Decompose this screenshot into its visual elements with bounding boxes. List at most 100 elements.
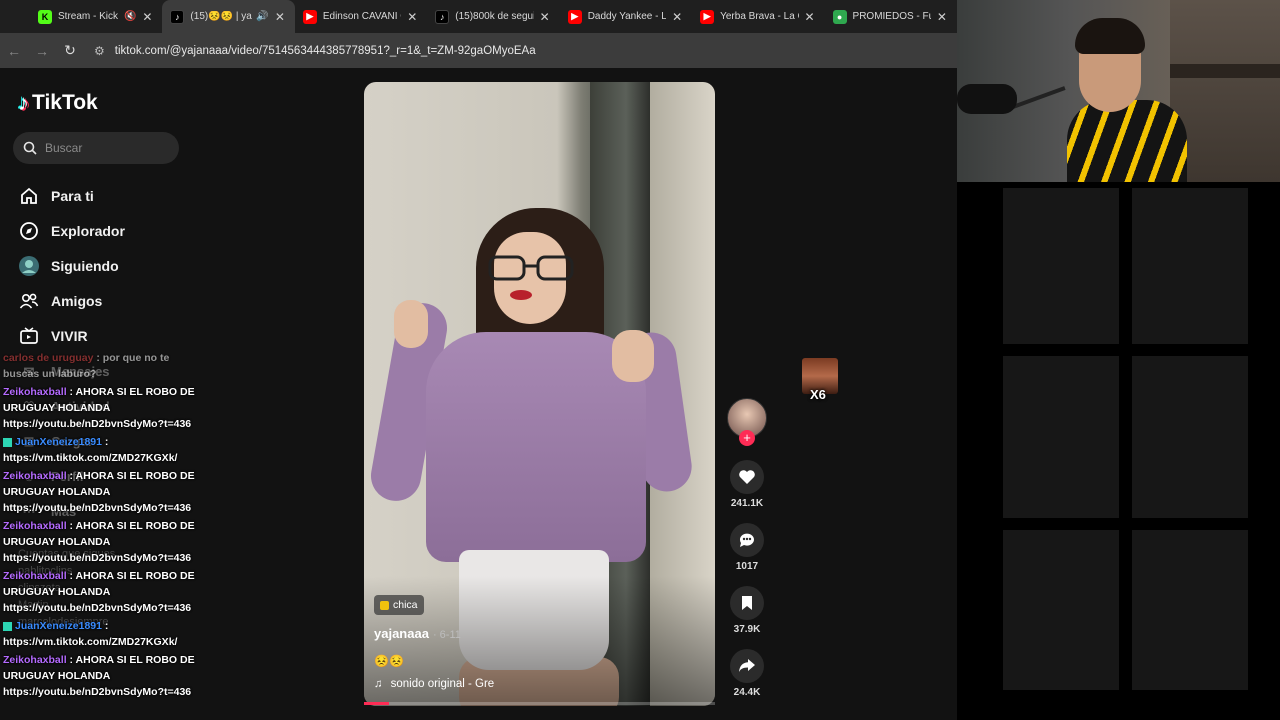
tiktok-logo[interactable]: ♪ TikTok	[18, 90, 98, 116]
tag-label: chica	[393, 599, 418, 611]
close-tab-icon[interactable]: ✕	[405, 10, 419, 24]
chat-username: Zeikohaxball	[3, 654, 67, 666]
chat-message: Zeikohaxball : AHORA SI EL ROBO DE URUGU…	[3, 468, 203, 516]
friends-icon	[18, 290, 40, 312]
tab-kick-stream[interactable]: K Stream - Kick 🔇 ✕	[30, 0, 162, 33]
stream-emote: X6	[802, 358, 838, 404]
video-frame-hand	[612, 330, 654, 382]
share-icon	[730, 649, 764, 683]
tab-promiedos[interactable]: ● PROMIEDOS - Fut ✕	[825, 0, 957, 33]
back-icon[interactable]: ←	[0, 43, 28, 59]
tag-icon	[380, 600, 389, 610]
chat-username: carlos de uruguay	[3, 352, 94, 364]
video-progress-bar[interactable]	[364, 702, 715, 705]
close-tab-icon[interactable]: ✕	[935, 10, 949, 24]
screen: K Stream - Kick 🔇 ✕ ♪ (15)😣😣 | ya 🔊 ✕ ▶ …	[0, 0, 1280, 720]
browser-tab-strip: K Stream - Kick 🔇 ✕ ♪ (15)😣😣 | ya 🔊 ✕ ▶ …	[0, 0, 957, 33]
youtube-icon: ▶	[302, 9, 317, 24]
tiktok-icon: ♪	[435, 9, 450, 24]
audio-playing-icon[interactable]: 🔊	[256, 11, 268, 22]
sidebar-item-label: Amigos	[51, 292, 103, 309]
url-text: tiktok.com/@yajanaaa/video/7514563444385…	[114, 44, 536, 57]
chat-badge-icon	[3, 621, 12, 631]
search-input[interactable]: Buscar	[13, 132, 179, 164]
site-settings-icon[interactable]: ⚙	[94, 44, 105, 58]
search-icon	[23, 141, 37, 155]
comment-count: 1017	[735, 561, 759, 572]
tab-tiktok-video[interactable]: ♪ (15)😣😣 | ya 🔊 ✕	[162, 0, 295, 33]
save-count: 37.9K	[733, 624, 761, 635]
tab-title: (15)800k de segui	[455, 11, 534, 22]
like-count: 241.1K	[730, 498, 764, 509]
video-caption: 😣😣	[374, 654, 404, 668]
following-icon	[18, 255, 40, 277]
post-date: · 6-11	[432, 629, 461, 641]
video-tag-chip[interactable]: chica	[374, 595, 424, 615]
follow-plus-icon[interactable]: +	[739, 430, 755, 446]
tab-tiktok-800k[interactable]: ♪ (15)800k de segui ✕	[427, 0, 559, 33]
sidebar-item-amigos[interactable]: Amigos	[18, 283, 125, 318]
chat-message: Zeikohaxball : AHORA SI EL ROBO DE URUGU…	[3, 518, 203, 566]
sidebar-item-para-ti[interactable]: Para ti	[18, 178, 125, 213]
chat-username: Zeikohaxball	[3, 470, 67, 482]
share-button[interactable]: 24.4K	[727, 649, 767, 698]
chat-username: Zeikohaxball	[3, 520, 67, 532]
comment-button[interactable]: 1017	[727, 523, 767, 572]
placeholder-tile	[1003, 530, 1119, 690]
sidebar-item-explorador[interactable]: Explorador	[18, 213, 125, 248]
chat-username: Zeikohaxball	[3, 570, 67, 582]
comment-icon	[730, 523, 764, 557]
placeholder-tile	[1132, 530, 1248, 690]
placeholder-tile	[1003, 356, 1119, 518]
url-field[interactable]: ⚙ tiktok.com/@yajanaaa/video/75145634443…	[94, 44, 536, 58]
webcam-hair	[1075, 18, 1145, 54]
sidebar-item-siguiendo[interactable]: Siguiendo	[18, 248, 125, 283]
video-sound[interactable]: ♫ sonido original - Gre	[374, 678, 494, 690]
reload-icon[interactable]: ↻	[56, 42, 84, 59]
like-button[interactable]: 241.1K	[727, 460, 767, 509]
address-bar: ← → ↻ ⚙ tiktok.com/@yajanaaa/video/75145…	[0, 33, 957, 68]
chat-username: JuanXeneize1891	[15, 620, 102, 632]
video-progress-fill	[364, 702, 389, 705]
share-count: 24.4K	[733, 687, 761, 698]
save-button[interactable]: 37.9K	[727, 586, 767, 635]
close-tab-icon[interactable]: ✕	[670, 10, 684, 24]
forward-icon[interactable]: →	[28, 43, 56, 59]
video-frame-hand	[394, 300, 428, 348]
close-tab-icon[interactable]: ✕	[140, 10, 154, 24]
webcam-overlay	[957, 0, 1280, 182]
tab-title: Edinson CAVANI G	[322, 11, 402, 22]
sidebar-item-label: Siguiendo	[51, 257, 119, 274]
youtube-icon: ▶	[700, 9, 715, 24]
chat-message: Zeikohaxball : AHORA SI EL ROBO DE URUGU…	[3, 568, 203, 616]
tab-youtube-yerba-brava[interactable]: ▶ Yerba Brava - La C ✕	[692, 0, 824, 33]
tab-youtube-cavani[interactable]: ▶ Edinson CAVANI G ✕	[295, 0, 427, 33]
placeholder-tile	[1132, 356, 1248, 518]
chat-message: carlos de uruguay : por que no te buscas…	[3, 350, 203, 382]
chat-message: Zeikohaxball : AHORA SI EL ROBO DE URUGU…	[3, 652, 203, 700]
close-tab-icon[interactable]: ✕	[803, 10, 817, 24]
tiktok-icon: ♪	[170, 9, 185, 24]
webcam-shirt	[1067, 100, 1187, 182]
video-author[interactable]: yajanaaa · 6-11	[374, 626, 461, 641]
chat-username: Zeikohaxball	[3, 386, 67, 398]
compass-icon	[18, 220, 40, 242]
sidebar-item-label: Para ti	[51, 187, 94, 204]
youtube-icon: ▶	[567, 9, 582, 24]
sidebar-item-label: Explorador	[51, 222, 125, 239]
stream-chat-overlay: carlos de uruguay : por que no te buscas…	[3, 350, 203, 702]
sidebar-nav: Para ti Explorador Siguiendo Amigos VIVI…	[18, 178, 125, 353]
tab-youtube-daddy-yankee[interactable]: ▶ Daddy Yankee - Lo ✕	[560, 0, 692, 33]
chat-message: Zeikohaxball : AHORA SI EL ROBO DE URUGU…	[3, 384, 203, 432]
sidebar-item-vivir[interactable]: VIVIR	[18, 318, 125, 353]
close-tab-icon[interactable]: ✕	[538, 10, 552, 24]
heart-icon	[730, 460, 764, 494]
author-name: yajanaaa	[374, 626, 429, 641]
microphone-icon	[957, 84, 1017, 114]
bookmark-icon	[730, 586, 764, 620]
muted-icon[interactable]: 🔇	[124, 11, 136, 22]
tiktok-logo-icon: ♪	[18, 90, 29, 115]
close-tab-icon[interactable]: ✕	[273, 10, 287, 24]
video-frame-lips	[510, 290, 532, 300]
live-icon	[18, 325, 40, 347]
